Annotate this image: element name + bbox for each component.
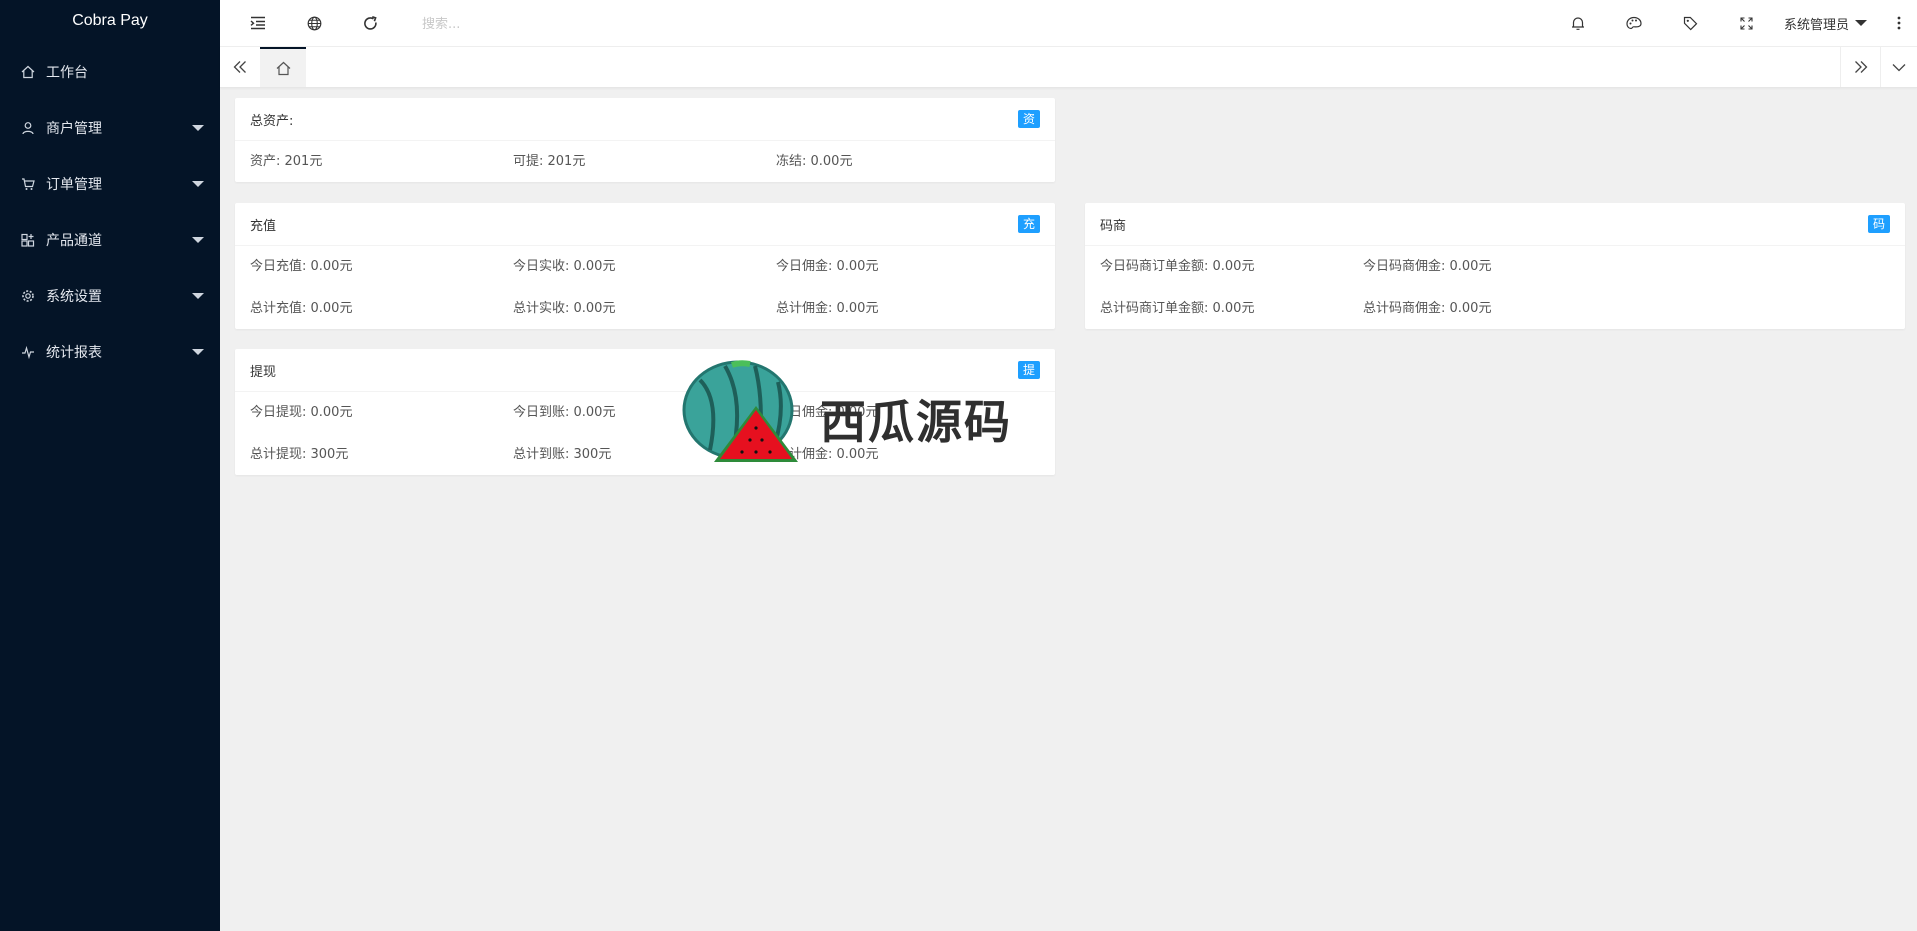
sidebar-item-settings[interactable]: 系统设置 (0, 268, 220, 324)
palette-icon[interactable] (1614, 0, 1654, 46)
stat-total-coder-commission: 总计码商佣金: 0.00元 (1363, 301, 1492, 316)
user-icon (20, 120, 36, 136)
tabs-scroll-right-button[interactable] (1840, 47, 1881, 87)
card-recharge: 充值 充 今日充值: 0.00元 今日实收: 0.00元 今日佣金: 0.00元… (235, 203, 1055, 329)
card-header: 充值 充 (235, 203, 1055, 246)
tag-icon[interactable] (1670, 0, 1710, 46)
stat-total-arrived: 总计到账: 300元 (513, 447, 612, 462)
card-code-merchant: 码商 码 今日码商订单金额: 0.00元 今日码商佣金: 0.00元 总计码商订… (1085, 203, 1905, 329)
sidebar-item-label: 产品通道 (46, 233, 102, 249)
stat-row: 总计码商订单金额: 0.00元 总计码商佣金: 0.00元 (1085, 288, 1905, 330)
refresh-icon[interactable] (350, 0, 390, 46)
stat-assets: 资产: 201元 (250, 154, 323, 169)
sidebar-item-merchants[interactable]: 商户管理 (0, 100, 220, 156)
stat-today-commission: 今日佣金: 0.00元 (776, 259, 879, 274)
stat-today-arrived: 今日到账: 0.00元 (513, 405, 616, 420)
stat-today-received: 今日实收: 0.00元 (513, 259, 616, 274)
card-title: 提现 (250, 364, 277, 380)
card-header: 码商 码 (1085, 203, 1905, 246)
card-header: 总资产: 资 (235, 98, 1055, 141)
stat-today-recharge: 今日充值: 0.00元 (250, 259, 353, 274)
tab-home[interactable] (260, 47, 306, 87)
globe-icon[interactable] (294, 0, 334, 46)
stat-row: 今日码商订单金额: 0.00元 今日码商佣金: 0.00元 (1085, 246, 1905, 288)
tabs-bar (220, 47, 1917, 88)
caret-down-icon (192, 181, 204, 187)
stat-row: 资产: 201元 可提: 201元 冻结: 0.00元 (235, 141, 1055, 183)
caret-down-icon (192, 293, 204, 299)
brand-title: Cobra Pay (72, 12, 148, 29)
bell-icon[interactable] (1558, 0, 1598, 46)
double-chevron-left-icon (233, 61, 246, 73)
card-badge: 提 (1017, 361, 1040, 379)
sidebar: Cobra Pay 工作台 商户管理 订单管理 产品通道 系统设置 统计报表 (0, 0, 220, 931)
sidebar-item-label: 订单管理 (46, 177, 102, 193)
gear-icon (20, 288, 36, 304)
pulse-icon (20, 344, 36, 360)
card-header: 提现 提 (235, 349, 1055, 392)
search-input[interactable] (420, 10, 624, 38)
card-badge: 充 (1017, 215, 1040, 233)
cart-icon (20, 176, 36, 192)
stat-today-order-amount: 今日码商订单金额: 0.00元 (1100, 259, 1255, 274)
stat-total-withdraw: 总计提现: 300元 (250, 447, 349, 462)
apps-add-icon (20, 232, 36, 248)
sidebar-item-orders[interactable]: 订单管理 (0, 156, 220, 212)
caret-down-icon (192, 125, 204, 131)
stat-total-order-amount: 总计码商订单金额: 0.00元 (1100, 301, 1255, 316)
caret-down-icon (192, 349, 204, 355)
sidebar-item-label: 商户管理 (46, 121, 102, 137)
stat-row: 今日充值: 0.00元 今日实收: 0.00元 今日佣金: 0.00元 (235, 246, 1055, 288)
tabs-scroll-left-button[interactable] (220, 47, 260, 87)
stat-total-commission: 总计佣金: 0.00元 (776, 447, 879, 462)
card-title: 总资产: (250, 113, 294, 129)
menu-fold-icon[interactable] (238, 0, 278, 46)
top-header: 系统管理员 (220, 0, 1917, 47)
stat-total-commission: 总计佣金: 0.00元 (776, 301, 879, 316)
tabs-dropdown-button[interactable] (1880, 47, 1917, 87)
stat-frozen: 冻结: 0.00元 (776, 154, 853, 169)
user-menu[interactable]: 系统管理员 (1784, 0, 1867, 46)
card-total-assets: 总资产: 资 资产: 201元 可提: 201元 冻结: 0.00元 (235, 98, 1055, 182)
sidebar-item-label: 系统设置 (46, 289, 102, 305)
sidebar-item-label: 工作台 (46, 65, 88, 81)
card-title: 码商 (1100, 218, 1127, 234)
stat-row: 总计提现: 300元 总计到账: 300元 总计佣金: 0.00元 (235, 434, 1055, 476)
home-icon (20, 64, 36, 80)
card-withdraw: 提现 提 今日提现: 0.00元 今日到账: 0.00元 今日佣金: 0.00元… (235, 349, 1055, 475)
sidebar-item-reports[interactable]: 统计报表 (0, 324, 220, 380)
stat-row: 今日提现: 0.00元 今日到账: 0.00元 今日佣金: 0.00元 (235, 392, 1055, 434)
card-badge: 码 (1867, 215, 1890, 233)
home-icon (276, 61, 290, 75)
stat-row: 总计充值: 0.00元 总计实收: 0.00元 总计佣金: 0.00元 (235, 288, 1055, 330)
stat-today-coder-commission: 今日码商佣金: 0.00元 (1363, 259, 1492, 274)
caret-down-icon (1855, 20, 1867, 26)
double-chevron-right-icon (1855, 61, 1868, 73)
user-name: 系统管理员 (1783, 17, 1849, 33)
stat-today-withdraw: 今日提现: 0.00元 (250, 405, 353, 420)
stat-withdrawable: 可提: 201元 (513, 154, 586, 169)
stat-total-received: 总计实收: 0.00元 (513, 301, 616, 316)
card-title: 充值 (250, 218, 277, 234)
more-vertical-icon[interactable] (1881, 0, 1917, 46)
sidebar-item-workbench[interactable]: 工作台 (0, 44, 220, 100)
fullscreen-icon[interactable] (1726, 0, 1766, 46)
stat-total-recharge: 总计充值: 0.00元 (250, 301, 353, 316)
caret-down-icon (192, 237, 204, 243)
stat-today-commission: 今日佣金: 0.00元 (776, 405, 879, 420)
chevron-down-icon (1892, 63, 1906, 71)
card-badge: 资 (1017, 110, 1040, 128)
sidebar-item-label: 统计报表 (46, 345, 102, 361)
sidebar-item-products[interactable]: 产品通道 (0, 212, 220, 268)
